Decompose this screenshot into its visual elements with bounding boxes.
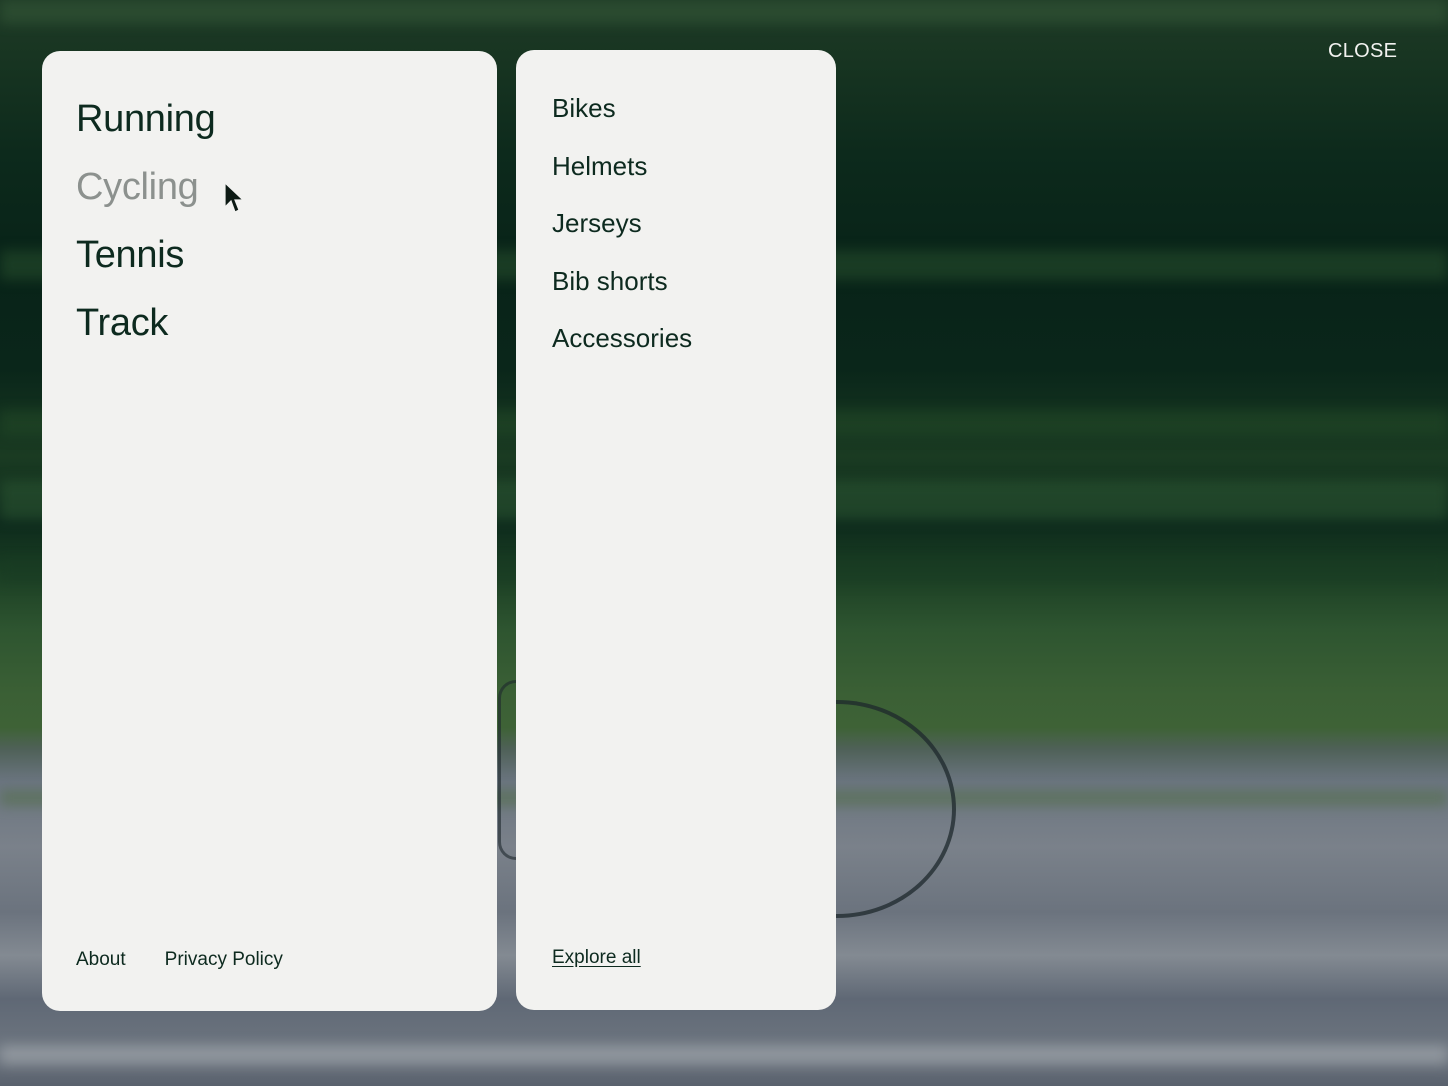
privacy-policy-link[interactable]: Privacy Policy: [165, 949, 283, 971]
subcategory-item-bikes[interactable]: Bikes: [552, 80, 692, 138]
subcategory-item-jerseys[interactable]: Jerseys: [552, 195, 692, 253]
explore-all-link[interactable]: Explore all: [552, 947, 641, 969]
background-streak: [0, 0, 1448, 24]
close-button[interactable]: CLOSE: [1328, 40, 1397, 63]
about-link[interactable]: About: [76, 949, 126, 971]
background-streak: [0, 1045, 1448, 1065]
category-item-running[interactable]: Running: [76, 85, 216, 153]
subcategory-item-bib-shorts[interactable]: Bib shorts: [552, 253, 692, 311]
category-item-track[interactable]: Track: [76, 289, 215, 357]
subcategory-item-accessories[interactable]: Accessories: [552, 310, 692, 368]
subcategory-panel: Bikes Helmets Jerseys Bib shorts Accesso…: [516, 50, 836, 1010]
bicycle-wheel: [498, 680, 516, 860]
mouse-pointer-icon: [224, 182, 245, 213]
category-list: Running Cycling Tennis Track: [76, 85, 216, 357]
footer-links: About Privacy Policy: [76, 949, 283, 971]
subcategory-list: Bikes Helmets Jerseys Bib shorts Accesso…: [552, 80, 692, 368]
subcategory-item-helmets[interactable]: Helmets: [552, 138, 692, 196]
category-panel: Running Cycling Tennis Track About Priva…: [42, 51, 497, 1011]
category-item-cycling[interactable]: Cycling: [76, 153, 215, 221]
category-item-tennis[interactable]: Tennis: [76, 221, 215, 289]
